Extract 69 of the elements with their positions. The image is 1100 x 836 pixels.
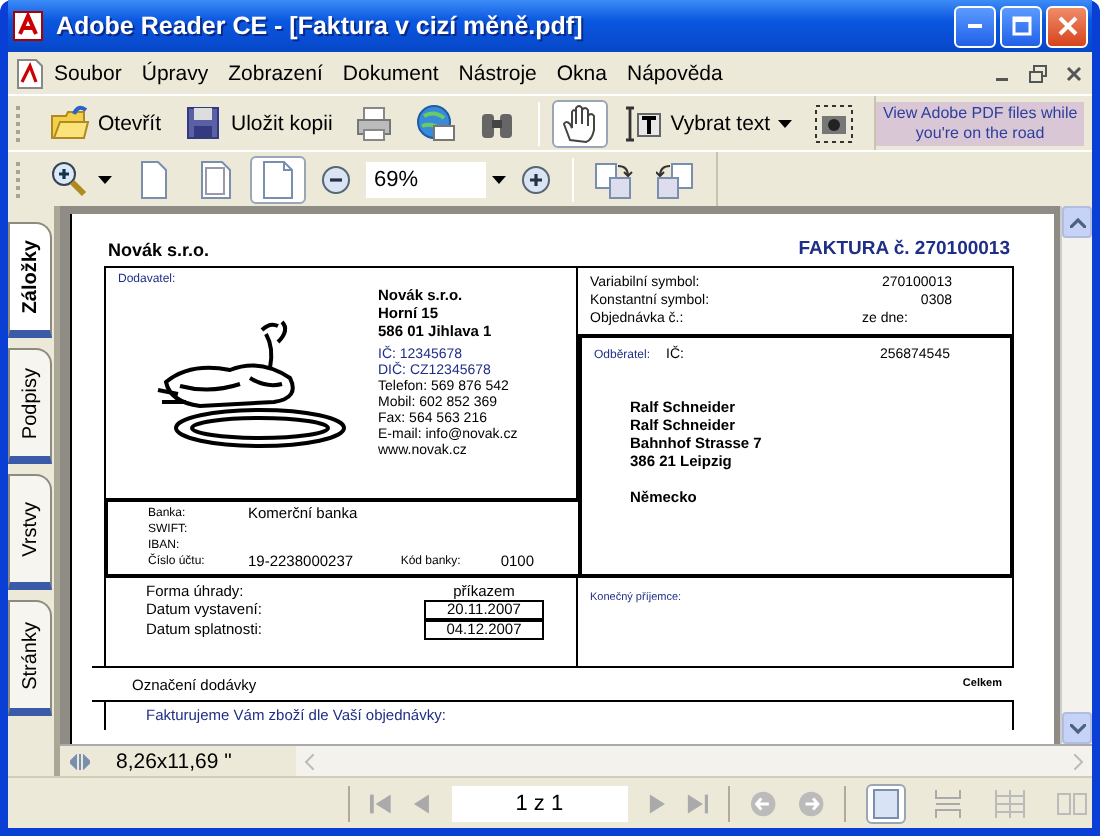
page-layout-icon [870,787,903,819]
zoom-in-icon [520,163,552,195]
page-layout-icon [993,787,1026,819]
page-size-label: 8,26x11,69 " [114,749,234,773]
scroll-up-button[interactable] [1062,206,1092,238]
menu-item[interactable]: Nástroje [448,61,547,85]
hand-icon [560,103,601,143]
maximize-icon [1011,16,1031,36]
scroll-down-button[interactable] [1062,712,1092,744]
page-icon [258,159,298,199]
menu-item[interactable]: Dokument [332,61,449,85]
menu-item[interactable]: Okna [546,61,617,85]
side-tab[interactable]: Stránky [8,600,52,716]
rotate-clockwise-icon [594,159,634,199]
zoom-out-icon [320,163,352,195]
pdf-icon [12,10,44,42]
advertisement-banner[interactable]: View Adobe PDF files while you're on the road [876,101,1084,145]
dropdown-arrow-icon[interactable] [492,175,506,183]
previous-page-icon[interactable] [412,791,432,815]
single-page-button[interactable] [865,783,907,823]
hand-tool-button[interactable] [552,99,609,147]
window-title: Adobe Reader CE - [Faktura v cizí měně.pdf] [56,12,585,40]
restore-icon[interactable] [1028,63,1048,83]
zoom-in-icon [50,159,90,199]
folder-icon [50,103,90,143]
fit-page-button[interactable] [250,155,306,203]
vertical-scrollbar[interactable] [1060,206,1092,744]
page-layout-icon [931,787,964,819]
page-icon [196,159,236,199]
page-layout-icon [1055,787,1088,819]
forward-icon[interactable] [797,789,824,817]
save-copy-button[interactable]: Uložit kopii [175,99,341,147]
menu-item[interactable]: Nápověda [616,61,733,85]
close-button[interactable] [1046,5,1088,47]
minimize-button[interactable] [954,5,996,47]
dropdown-arrow-icon [778,119,793,127]
printer-icon [354,103,395,143]
zoom-field[interactable]: 69% [366,161,486,197]
menu-item[interactable]: Soubor [44,61,132,85]
invoice-title: FAKTURA č. 270100013 [798,238,1010,260]
chevron-right-icon [1074,753,1084,769]
rotate-counterclockwise-icon [656,159,696,199]
camera-icon [814,103,855,143]
select-text-button[interactable]: Vybrat text [614,99,801,147]
side-tab[interactable]: Podpisy [8,348,52,464]
chevron-left-icon [304,753,314,769]
close-icon[interactable] [1064,63,1084,83]
text-cursor-icon [622,103,663,143]
back-icon[interactable] [750,789,777,817]
chevron-down-icon [1069,723,1085,733]
globe-envelope-icon [416,103,457,143]
side-tab[interactable]: Záložky [8,222,52,338]
document-icon [16,57,44,89]
page-number-field[interactable]: 1 z 1 [451,785,628,821]
menu-item[interactable]: Zobrazení [218,61,333,85]
minimize-icon [968,24,982,28]
side-tab[interactable]: Vrstvy [8,474,52,590]
next-page-icon[interactable] [647,791,667,815]
last-page-icon[interactable] [686,791,709,815]
maximize-button[interactable] [1000,5,1042,47]
first-page-icon[interactable] [369,791,393,815]
split-arrows-icon [70,753,90,769]
open-button[interactable]: Otevřít [42,99,170,147]
close-icon [1057,16,1077,36]
menu-item[interactable]: Úpravy [131,61,219,85]
dropdown-arrow-icon [98,175,112,183]
chevron-up-icon [1069,217,1085,227]
horizontal-scrollbar[interactable] [296,746,1092,776]
company-name: Novák s.r.o. [108,240,210,260]
